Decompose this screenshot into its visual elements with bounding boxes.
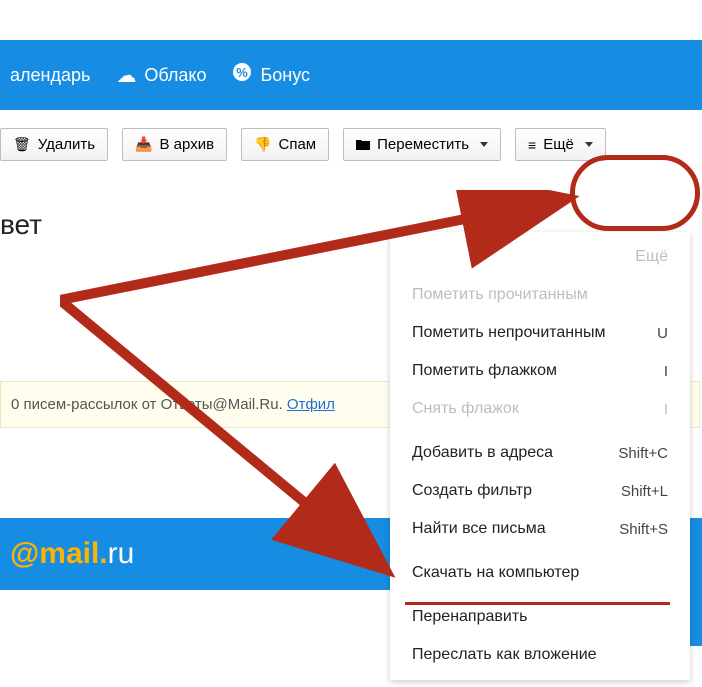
- banner-text: 0 писем-рассылок от Ответы@Mail.Ru.: [11, 396, 287, 413]
- chevron-down-icon: [480, 142, 488, 147]
- bonus-label: Бонус: [260, 65, 310, 86]
- more-button[interactable]: ≡ Ещё: [515, 128, 606, 161]
- spam-button[interactable]: 👎 Спам: [241, 128, 329, 161]
- filter-link[interactable]: Отфил: [287, 396, 335, 413]
- more-label: Ещё: [543, 136, 574, 153]
- menu-add-contact-shortcut: Shift+C: [618, 445, 668, 462]
- archive-icon: 📥: [135, 136, 152, 153]
- delete-label: Удалить: [38, 136, 95, 153]
- menu-find-all[interactable]: Найти все письма Shift+S: [390, 510, 690, 548]
- menu-mark-unread-shortcut: U: [657, 325, 668, 342]
- cloud-icon: ☁: [116, 63, 136, 88]
- menu-unflag: Снять флажок I: [390, 390, 690, 428]
- top-navbar: алендарь ☁ Облако % Бонус: [0, 40, 702, 110]
- dropdown-header: Ещё: [390, 238, 690, 276]
- menu-add-contact-label: Добавить в адреса: [412, 444, 553, 462]
- move-button[interactable]: Переместить: [343, 128, 501, 161]
- menu-forward-attach[interactable]: Переслать как вложение: [390, 636, 690, 674]
- menu-add-contact[interactable]: Добавить в адреса Shift+C: [390, 434, 690, 472]
- menu-mark-unread[interactable]: Пометить непрочитанным U: [390, 314, 690, 352]
- nav-cloud[interactable]: ☁ Облако: [116, 63, 206, 88]
- logo-dot: .: [99, 537, 107, 570]
- menu-create-filter-label: Создать фильтр: [412, 482, 532, 500]
- thumbs-down-icon: 👎: [254, 136, 271, 153]
- mail-toolbar: 🗑 Удалить 📥 В архив 👎 Спам Переместить ≡…: [0, 110, 702, 179]
- cloud-label: Облако: [144, 65, 206, 86]
- nav-bonus[interactable]: % Бонус: [232, 62, 310, 88]
- dropdown-header-label: Ещё: [635, 248, 668, 266]
- calendar-label: алендарь: [10, 65, 90, 86]
- menu-flag-label: Пометить флажком: [412, 362, 557, 380]
- menu-mark-read: Пометить прочитанным: [390, 276, 690, 314]
- trash-icon: 🗑: [13, 136, 31, 153]
- delete-button[interactable]: 🗑 Удалить: [0, 128, 108, 161]
- menu-flag[interactable]: Пометить флажком I: [390, 352, 690, 390]
- menu-mark-unread-label: Пометить непрочитанным: [412, 324, 605, 342]
- menu-download[interactable]: Скачать на компьютер: [390, 554, 690, 592]
- percent-icon: %: [232, 62, 252, 88]
- menu-forward-attach-label: Переслать как вложение: [412, 646, 597, 664]
- menu-flag-shortcut: I: [664, 363, 668, 380]
- menu-create-filter-shortcut: Shift+L: [621, 483, 668, 500]
- chevron-down-icon: [585, 142, 593, 147]
- hamburger-icon: ≡: [528, 137, 536, 153]
- archive-button[interactable]: 📥 В архив: [122, 128, 227, 161]
- archive-label: В архив: [160, 136, 215, 153]
- menu-create-filter[interactable]: Создать фильтр Shift+L: [390, 472, 690, 510]
- spam-label: Спам: [278, 136, 316, 153]
- logo-mail: mail: [39, 537, 99, 570]
- logo-ru: ru: [108, 537, 135, 570]
- folder-icon: [356, 137, 370, 153]
- menu-redirect[interactable]: Перенаправить: [390, 598, 690, 636]
- menu-mark-read-label: Пометить прочитанным: [412, 286, 588, 304]
- logo-at: @: [10, 537, 39, 570]
- menu-redirect-label: Перенаправить: [412, 608, 528, 626]
- menu-unflag-shortcut: I: [664, 401, 668, 418]
- mailru-logo[interactable]: @mail.ru: [10, 537, 134, 571]
- menu-unflag-label: Снять флажок: [412, 400, 519, 418]
- svg-text:%: %: [237, 65, 249, 80]
- menu-find-all-shortcut: Shift+S: [619, 521, 668, 538]
- menu-download-label: Скачать на компьютер: [412, 564, 579, 582]
- nav-calendar[interactable]: алендарь: [10, 65, 90, 86]
- move-label: Переместить: [377, 136, 469, 153]
- more-dropdown: Ещё Пометить прочитанным Пометить непроч…: [390, 232, 690, 680]
- menu-find-all-label: Найти все письма: [412, 520, 546, 538]
